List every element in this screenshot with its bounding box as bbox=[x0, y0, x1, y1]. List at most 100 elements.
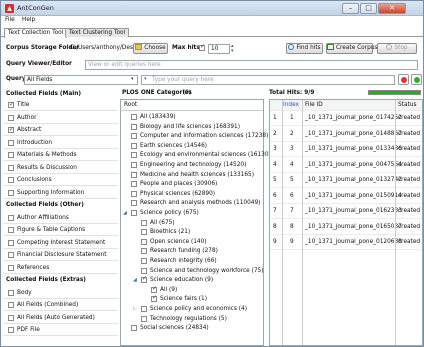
category-checkbox[interactable] bbox=[141, 248, 147, 255]
category-checkbox[interactable] bbox=[131, 152, 137, 159]
find-hits-button[interactable]: Find hits bbox=[286, 43, 323, 54]
extras-field-item[interactable]: All Fields (Combined) bbox=[3, 300, 118, 311]
field-checkbox[interactable] bbox=[8, 227, 14, 233]
table-row[interactable]: 8 8 _10_1371_journal_pone_0165037 create… bbox=[270, 220, 422, 235]
run-query-button[interactable] bbox=[411, 74, 422, 85]
field-checkbox[interactable] bbox=[8, 289, 14, 296]
col-status[interactable]: Status bbox=[398, 100, 416, 110]
field-checkbox[interactable] bbox=[8, 327, 14, 333]
query-field-select[interactable]: All Fields bbox=[24, 75, 138, 85]
col-file-id[interactable]: File ID bbox=[305, 100, 323, 110]
table-row[interactable]: 3 3 _10_1371_journal_pone_0133486 create… bbox=[270, 142, 422, 157]
maximize-button[interactable]: □ bbox=[360, 3, 377, 14]
category-label: Physical sciences (62890) bbox=[140, 190, 216, 197]
category-label: All (9) bbox=[160, 286, 178, 293]
corpus-folder-path: C:/Users/anthony/Desk bbox=[70, 45, 137, 51]
extras-field-item[interactable]: Body bbox=[3, 288, 118, 299]
main-field-item[interactable]: Results & Discussion bbox=[3, 163, 118, 174]
stop-button[interactable]: Stop bbox=[377, 43, 417, 54]
main-field-item[interactable]: Author bbox=[3, 113, 118, 124]
category-checkbox[interactable] bbox=[131, 181, 137, 188]
field-checkbox[interactable] bbox=[8, 100, 14, 110]
field-checkbox[interactable] bbox=[8, 114, 14, 121]
max-hits-spinner[interactable]: ▴ ▾ bbox=[231, 44, 234, 54]
category-checkbox[interactable] bbox=[131, 210, 137, 216]
main-field-item[interactable]: Materials & Methods bbox=[3, 150, 118, 161]
field-checkbox[interactable] bbox=[8, 264, 14, 271]
field-checkbox[interactable] bbox=[8, 125, 14, 135]
category-checkbox[interactable] bbox=[131, 114, 137, 120]
expand-arrow-icon[interactable]: ◢ bbox=[123, 210, 127, 216]
other-field-item[interactable]: Figure & Table Captions bbox=[3, 225, 118, 236]
field-checkbox[interactable] bbox=[8, 214, 14, 221]
table-row[interactable]: 4 4 _10_1371_journal_pone_0047564 create… bbox=[270, 158, 422, 173]
category-checkbox[interactable] bbox=[141, 238, 147, 245]
extras-field-item[interactable]: All Fields (Auto Generated) bbox=[3, 313, 118, 324]
close-button[interactable]: ✕ bbox=[378, 3, 406, 14]
category-checkbox[interactable] bbox=[131, 133, 137, 140]
expand-arrow-icon[interactable]: ▷ bbox=[133, 306, 137, 312]
query-editor-input[interactable]: View or edit queries here bbox=[85, 60, 418, 70]
field-checkbox[interactable] bbox=[8, 239, 14, 246]
create-corpus-label: Create Corpus bbox=[336, 45, 378, 51]
category-checkbox[interactable] bbox=[141, 275, 147, 284]
query-input[interactable]: Type your query here bbox=[141, 75, 395, 85]
category-checkbox[interactable] bbox=[141, 315, 147, 322]
main-field-item[interactable]: Abstract bbox=[3, 125, 118, 136]
category-checkbox[interactable] bbox=[131, 142, 137, 149]
table-row[interactable]: 1 1 _10_1371_journal_pone_0174252 create… bbox=[270, 111, 422, 126]
category-label: Earth sciences (14546) bbox=[140, 142, 208, 149]
field-checkbox[interactable] bbox=[8, 164, 14, 171]
field-checkbox[interactable] bbox=[8, 139, 14, 146]
field-checkbox[interactable] bbox=[8, 252, 14, 258]
max-hits-input[interactable]: 10 bbox=[208, 44, 230, 54]
category-checkbox[interactable] bbox=[141, 267, 147, 274]
clear-query-button[interactable] bbox=[398, 74, 409, 85]
expand-arrow-icon[interactable]: ◢ bbox=[133, 277, 137, 283]
category-checkbox[interactable] bbox=[131, 171, 137, 178]
category-checkbox[interactable] bbox=[141, 306, 147, 312]
other-field-item[interactable]: Author Affiliations bbox=[3, 213, 118, 224]
other-field-item[interactable]: References bbox=[3, 263, 118, 274]
other-field-item[interactable]: Financial Disclosure Statement bbox=[3, 250, 118, 261]
tab-text-collection[interactable]: Text Collection Tool bbox=[4, 28, 68, 38]
main-field-item[interactable]: Title bbox=[3, 100, 118, 111]
table-row[interactable]: 7 7 _10_1371_journal_pone_0162333 create… bbox=[270, 204, 422, 219]
table-row[interactable]: 5 5 _10_1371_journal_pone_0132742 create… bbox=[270, 173, 422, 188]
field-checkbox[interactable] bbox=[8, 177, 14, 183]
category-checkbox[interactable] bbox=[151, 285, 157, 293]
category-checkbox[interactable] bbox=[131, 325, 137, 332]
category-label: Biology and life sciences (168391) bbox=[140, 123, 240, 130]
category-checkbox[interactable] bbox=[131, 123, 137, 130]
field-checkbox[interactable] bbox=[8, 152, 14, 158]
stop-icon bbox=[386, 44, 393, 50]
menu-help[interactable]: Help bbox=[22, 17, 35, 23]
category-checkbox[interactable] bbox=[131, 190, 137, 197]
category-checkbox[interactable] bbox=[141, 258, 147, 264]
max-hits-checkbox[interactable] bbox=[199, 43, 205, 51]
choose-button[interactable]: Choose bbox=[133, 43, 168, 54]
main-field-item[interactable]: Introduction bbox=[3, 138, 118, 149]
table-row[interactable]: 9 9 _10_1371_journal_pone_0120638 create… bbox=[270, 235, 422, 250]
create-corpus-button[interactable]: Create Corpus bbox=[326, 43, 377, 54]
field-checkbox[interactable] bbox=[8, 189, 14, 196]
field-label: Supporting Information bbox=[17, 189, 85, 196]
category-checkbox[interactable] bbox=[141, 229, 147, 236]
minimize-button[interactable]: – bbox=[342, 3, 359, 14]
category-checkbox[interactable] bbox=[131, 162, 137, 168]
category-checkbox[interactable] bbox=[131, 200, 137, 207]
menu-file[interactable]: File bbox=[5, 17, 15, 23]
main-field-item[interactable]: Conclusions bbox=[3, 175, 118, 186]
tab-text-clustering[interactable]: Text Clustering Tool bbox=[65, 28, 130, 37]
main-field-item[interactable]: Supporting Information bbox=[3, 188, 118, 199]
category-checkbox[interactable] bbox=[151, 294, 157, 303]
table-row[interactable]: 2 2 _10_1371_journal_pone_0148867 create… bbox=[270, 127, 422, 142]
row-number: 5 bbox=[273, 177, 277, 183]
col-index[interactable]: Index bbox=[283, 100, 299, 110]
category-checkbox[interactable] bbox=[141, 219, 147, 226]
field-checkbox[interactable] bbox=[8, 314, 14, 321]
field-checkbox[interactable] bbox=[8, 302, 14, 308]
table-row[interactable]: 6 6 _10_1371_journal_pone_0150914 create… bbox=[270, 189, 422, 204]
extras-field-item[interactable]: PDF File bbox=[3, 325, 118, 336]
other-field-item[interactable]: Competing Interest Statement bbox=[3, 238, 118, 249]
